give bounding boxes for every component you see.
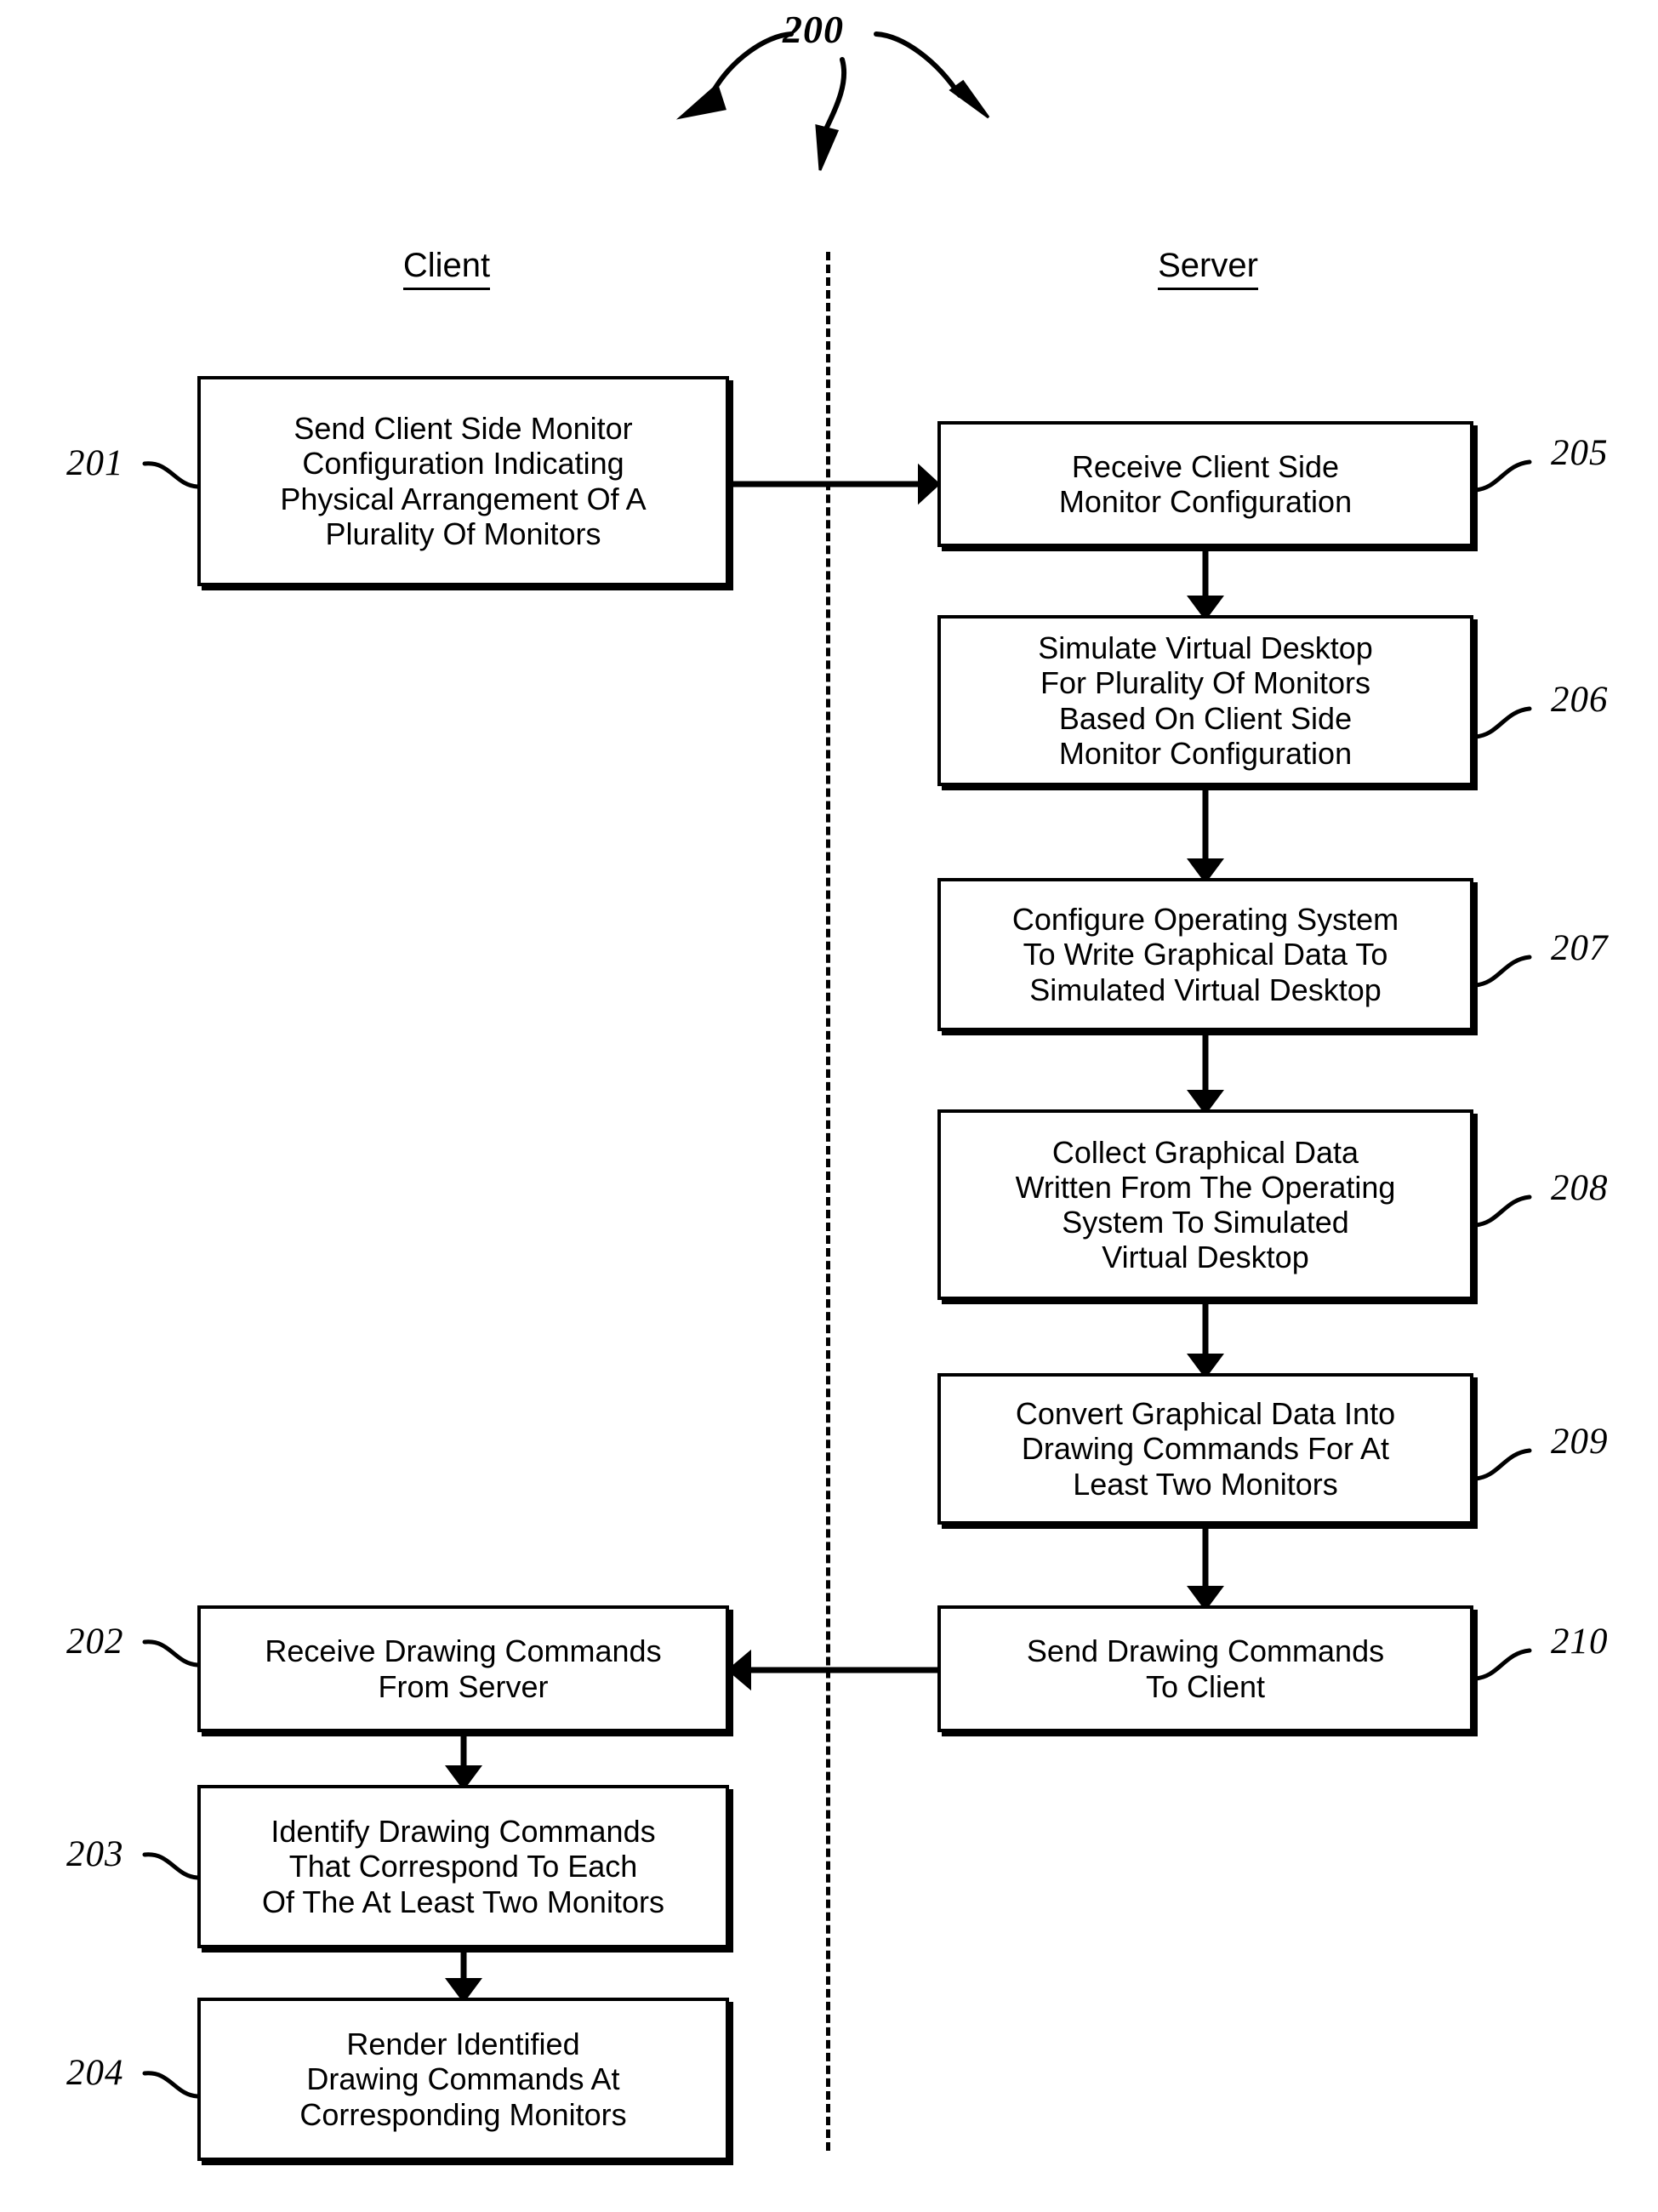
leader-209 [1473, 1448, 1532, 1481]
leader-206 [1473, 706, 1532, 739]
process-box-205-label: Receive Client Side Monitor Configuratio… [1058, 448, 1353, 519]
leader-210 [1473, 1648, 1532, 1681]
leader-202 [142, 1639, 200, 1668]
reference-number-210: 210 [1551, 1622, 1609, 1662]
connector-210-202-arrowhead [726, 1649, 751, 1691]
column-header-server-label: Server [1158, 247, 1258, 290]
swimlane-divider [826, 252, 830, 2151]
figure-canvas: 200 Client Server Send Client Side Monit… [0, 0, 1658, 2212]
process-box-202[interactable]: Receive Drawing Commands From Server [197, 1605, 729, 1732]
process-box-210-label: Send Drawing Commands To Client [1026, 1633, 1385, 1704]
process-box-201[interactable]: Send Client Side Monitor Configuration I… [197, 376, 729, 586]
reference-number-203: 203 [66, 1834, 124, 1874]
process-box-206[interactable]: Simulate Virtual Desktop For Plurality O… [937, 615, 1473, 786]
process-box-209-label: Convert Graphical Data Into Drawing Comm… [1015, 1396, 1396, 1502]
process-box-209[interactable]: Convert Graphical Data Into Drawing Comm… [937, 1373, 1473, 1525]
process-box-204[interactable]: Render Identified Drawing Commands At Co… [197, 1998, 729, 2161]
reference-number-204: 204 [66, 2053, 124, 2093]
reference-number-205: 205 [1551, 433, 1609, 473]
connector-201-205-arrowhead [918, 463, 941, 505]
figure-callout-group: 200 [630, 0, 1072, 196]
process-box-203[interactable]: Identify Drawing Commands That Correspon… [197, 1785, 729, 1948]
process-box-206-label: Simulate Virtual Desktop For Plurality O… [1038, 630, 1373, 771]
leader-204 [142, 2071, 200, 2099]
leader-203 [142, 1852, 200, 1880]
column-header-server: Server [1106, 247, 1310, 290]
figure-number: 200 [783, 8, 844, 51]
reference-number-206: 206 [1551, 680, 1609, 720]
column-header-client: Client [345, 247, 549, 290]
process-box-205[interactable]: Receive Client Side Monitor Configuratio… [937, 421, 1473, 547]
figure-callout-arrows [675, 31, 990, 171]
column-header-client-label: Client [402, 247, 491, 290]
process-box-207[interactable]: Configure Operating System To Write Grap… [937, 878, 1473, 1031]
process-box-208[interactable]: Collect Graphical Data Written From The … [937, 1109, 1473, 1300]
process-box-201-label: Send Client Side Monitor Configuration I… [280, 411, 647, 551]
leader-201 [142, 461, 200, 489]
process-box-202-label: Receive Drawing Commands From Server [265, 1633, 662, 1704]
reference-number-202: 202 [66, 1622, 124, 1662]
process-box-204-label: Render Identified Drawing Commands At Co… [299, 2027, 627, 2132]
reference-number-209: 209 [1551, 1422, 1609, 1462]
reference-number-201: 201 [66, 443, 124, 483]
process-box-203-label: Identify Drawing Commands That Correspon… [262, 1814, 664, 1919]
reference-number-207: 207 [1551, 928, 1609, 968]
leader-205 [1473, 459, 1532, 493]
leader-207 [1473, 955, 1532, 988]
leader-208 [1473, 1194, 1532, 1228]
process-box-208-label: Collect Graphical Data Written From The … [1015, 1134, 1396, 1275]
process-box-210[interactable]: Send Drawing Commands To Client [937, 1605, 1473, 1732]
reference-number-208: 208 [1551, 1168, 1609, 1208]
process-box-207-label: Configure Operating System To Write Grap… [1011, 902, 1399, 1007]
